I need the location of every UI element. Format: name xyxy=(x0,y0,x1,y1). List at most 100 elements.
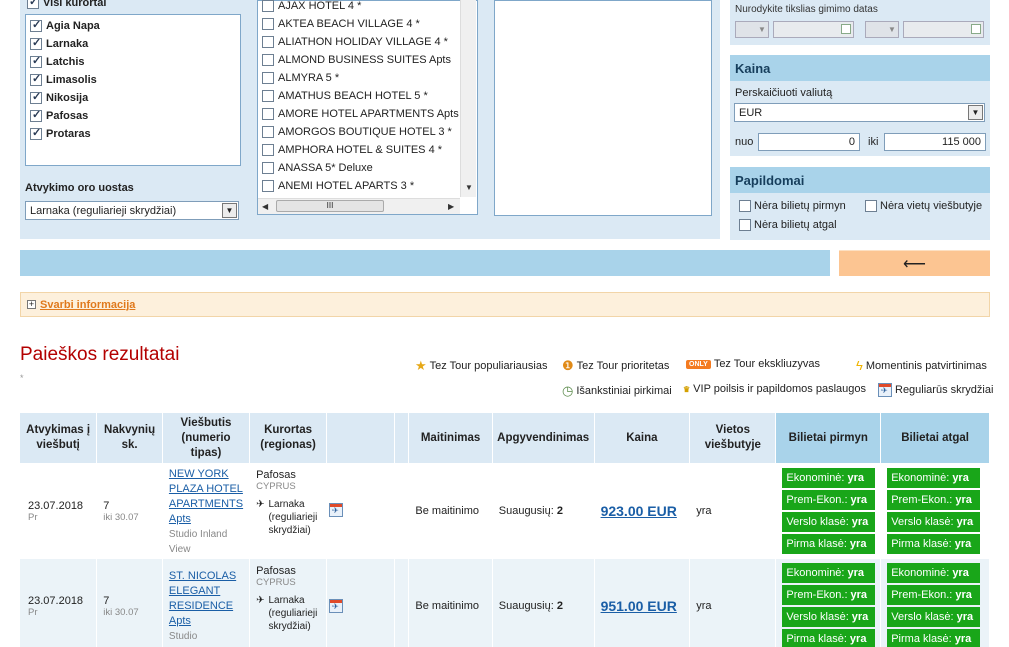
hotel-checkbox[interactable] xyxy=(262,36,274,48)
resort-checkbox[interactable] xyxy=(30,108,42,122)
ticket-economy-out[interactable]: Ekonominė: yra xyxy=(782,468,876,488)
ticket-economy-back[interactable]: Ekonominė: yra xyxy=(887,468,981,488)
all-resorts-option[interactable]: Visi kurortai xyxy=(27,0,106,9)
price-link[interactable]: 951.00 EUR xyxy=(601,598,677,614)
hotel-checkbox[interactable] xyxy=(262,180,274,192)
hotel-checkbox[interactable] xyxy=(262,126,274,138)
resort-checkbox[interactable] xyxy=(30,36,42,50)
airport-select[interactable]: Larnaka (reguliarieji skrydžiai) ▼ xyxy=(25,201,239,220)
all-resorts-checkbox[interactable] xyxy=(27,0,39,9)
scroll-down-icon[interactable]: ▼ xyxy=(465,183,473,192)
ticket-first-back[interactable]: Pirma klasė: yra xyxy=(887,534,981,554)
hotel-item[interactable]: AMORGOS BOUTIQUE HOTEL 3 * xyxy=(262,123,452,141)
hotel-checkbox[interactable] xyxy=(262,72,274,84)
resort-item-latchis[interactable]: Latchis xyxy=(30,53,85,71)
hotel-item[interactable]: AKTEA BEACH VILLAGE 4 * xyxy=(262,15,420,33)
col-resort[interactable]: Kurortas (regionas) xyxy=(249,413,327,463)
chevron-down-icon[interactable]: ▼ xyxy=(222,203,237,218)
table-row[interactable]: 23.07.2018 Pr 7 iki 30.07 ST. NICOLAS EL… xyxy=(20,559,990,647)
resort-item-nikosija[interactable]: Nikosija xyxy=(30,89,88,107)
hotel-list-vertical-scrollbar[interactable]: ▼ xyxy=(460,0,476,197)
hotel-item[interactable]: AMPHORA HOTEL & SUITES 4 * xyxy=(262,141,442,159)
ticket-premium-back[interactable]: Prem-Ekon.: yra xyxy=(887,585,981,605)
hotel-checkbox[interactable] xyxy=(262,162,274,174)
no-outbound-checkbox[interactable] xyxy=(739,200,751,212)
ticket-economy-out[interactable]: Ekonominė: yra xyxy=(782,563,876,583)
hotel-item[interactable]: AMORE HOTEL APARTMENTS Apts xyxy=(262,105,459,123)
search-button[interactable]: ⟵ xyxy=(839,250,990,276)
no-outbound-tickets-option[interactable]: Nėra bilietų pirmyn xyxy=(739,200,846,212)
birthdate-input-1[interactable] xyxy=(773,21,854,38)
resort-item-pafosas[interactable]: Pafosas xyxy=(30,107,88,125)
ticket-business-out[interactable]: Verslo klasė: yra xyxy=(782,512,876,532)
ticket-first-out[interactable]: Pirma klasė: yra xyxy=(782,629,876,647)
col-hotel[interactable]: Viešbutis (numerio tipas) xyxy=(162,413,251,463)
hotel-checkbox[interactable] xyxy=(262,0,274,12)
expand-icon[interactable]: + xyxy=(27,300,36,309)
ticket-first-out[interactable]: Pirma klasė: yra xyxy=(782,534,876,554)
resort-checkbox[interactable] xyxy=(30,126,42,140)
ticket-first-back[interactable]: Pirma klasė: yra xyxy=(887,629,981,647)
availability-cell: yra xyxy=(689,463,777,559)
resort-item-protaras[interactable]: Protaras xyxy=(30,125,91,143)
no-return-checkbox[interactable] xyxy=(739,219,751,231)
ticket-premium-out[interactable]: Prem-Ekon.: yra xyxy=(782,585,876,605)
hotel-checkbox[interactable] xyxy=(262,144,274,156)
price-to-input[interactable]: 115 000 xyxy=(884,133,986,151)
hotel-checkbox[interactable] xyxy=(262,90,274,102)
hotel-checkbox[interactable] xyxy=(262,54,274,66)
col-nights[interactable]: Nakvynių sk. xyxy=(96,413,163,463)
col-meal[interactable]: Maitinimas xyxy=(408,413,493,463)
ticket-premium-out[interactable]: Prem-Ekon.: yra xyxy=(782,490,876,510)
col-arrival[interactable]: Atvykimas į viešbutį xyxy=(20,413,98,463)
important-info-link[interactable]: Svarbi informacija xyxy=(40,299,135,311)
col-price[interactable]: Kaina xyxy=(594,413,691,463)
hotel-item[interactable]: AJAX HOTEL 4 * xyxy=(262,0,361,15)
resort-item-limasolis[interactable]: Limasolis xyxy=(30,71,97,89)
hotel-item[interactable]: AMATHUS BEACH HOTEL 5 * xyxy=(262,87,428,105)
hotel-checkbox[interactable] xyxy=(262,18,274,30)
ticket-economy-back[interactable]: Ekonominė: yra xyxy=(887,563,981,583)
calendar-icon[interactable] xyxy=(971,24,981,34)
resort-item-agia-napa[interactable]: Agia Napa xyxy=(30,17,100,35)
resort-item-larnaka[interactable]: Larnaka xyxy=(30,35,88,53)
price-from-input[interactable]: 0 xyxy=(758,133,860,151)
hotel-item[interactable]: ANEMI HOTEL APARTS 3 * xyxy=(262,177,414,195)
chevron-down-icon[interactable]: ▼ xyxy=(968,105,983,120)
no-return-tickets-option[interactable]: Nėra bilietų atgal xyxy=(739,219,837,231)
ticket-class: Pirma klasė: xyxy=(786,633,847,645)
ticket-business-out[interactable]: Verslo klasė: yra xyxy=(782,607,876,627)
birthdate-select-2[interactable]: ▼ xyxy=(865,21,899,38)
ticket-business-back[interactable]: Verslo klasė: yra xyxy=(887,512,981,532)
hotel-item[interactable]: ALIATHON HOLIDAY VILLAGE 4 * xyxy=(262,33,448,51)
no-hotel-places-option[interactable]: Nėra vietų viešbutyje xyxy=(865,200,982,212)
table-row[interactable]: 23.07.2018 Pr 7 iki 30.07 NEW YORK PLAZA… xyxy=(20,463,990,559)
hotel-item[interactable]: ANASSA 5* Deluxe xyxy=(262,159,373,177)
legend-label: Tez Tour ekskliuzyvas xyxy=(713,358,820,370)
hotel-item[interactable]: ALMYRA 5 * xyxy=(262,69,339,87)
scroll-left-icon[interactable]: ◀ xyxy=(262,202,268,211)
scroll-right-icon[interactable]: ▶ xyxy=(448,202,454,211)
ticket-business-back[interactable]: Verslo klasė: yra xyxy=(887,607,981,627)
birthdate-select-1[interactable]: ▼ xyxy=(735,21,769,38)
resort-checkbox[interactable] xyxy=(30,90,42,104)
col-availability[interactable]: Vietos viešbutyje xyxy=(689,413,777,463)
calendar-icon[interactable] xyxy=(841,24,851,34)
col-accommodation[interactable]: Apgyvendinimas xyxy=(492,413,595,463)
birthdate-input-2[interactable] xyxy=(903,21,984,38)
hotel-link[interactable]: ST. NICOLAS ELEGANT RESIDENCE Apts xyxy=(169,569,243,629)
important-info-bar[interactable]: + Svarbi informacija xyxy=(20,292,990,317)
resort-checkbox[interactable] xyxy=(30,54,42,68)
scroll-thumb[interactable]: III xyxy=(276,200,384,212)
hotel-link[interactable]: NEW YORK PLAZA HOTEL APARTMENTS Apts xyxy=(169,467,243,527)
price-link[interactable]: 923.00 EUR xyxy=(601,503,677,519)
hotel-item[interactable]: ALMOND BUSINESS SUITES Apts xyxy=(262,51,451,69)
tickets-back-cell: Ekonominė: yra Prem-Ekon.: yra Verslo klas… xyxy=(880,463,990,559)
ticket-premium-back[interactable]: Prem-Ekon.: yra xyxy=(887,490,981,510)
resort-checkbox[interactable] xyxy=(30,18,42,32)
currency-select[interactable]: EUR ▼ xyxy=(734,103,985,122)
resort-checkbox[interactable] xyxy=(30,72,42,86)
no-hotel-checkbox[interactable] xyxy=(865,200,877,212)
hotel-checkbox[interactable] xyxy=(262,108,274,120)
price-to-label: iki xyxy=(868,136,879,148)
